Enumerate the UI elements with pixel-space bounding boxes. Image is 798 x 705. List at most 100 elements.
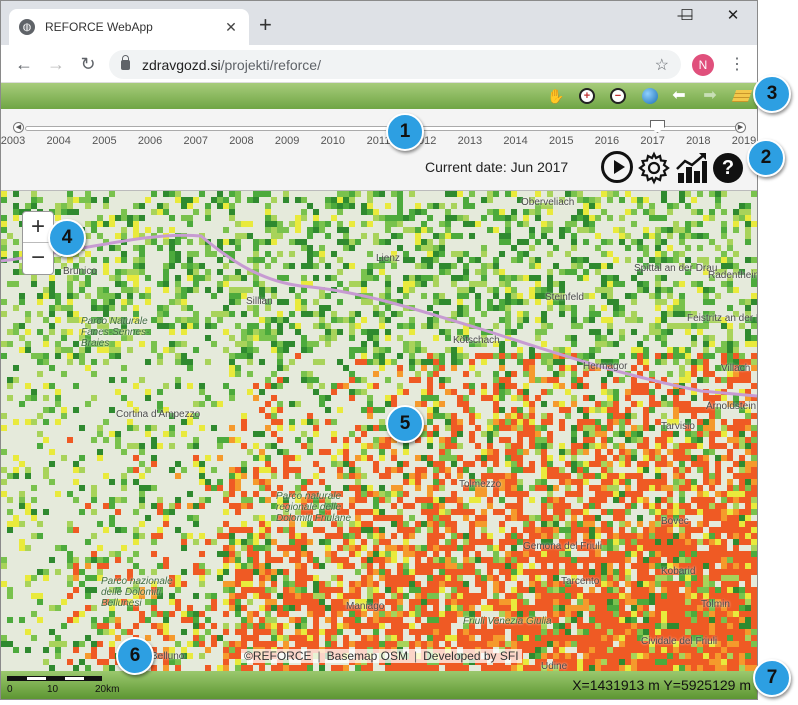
timeline-start-icon[interactable]: ◀ [13,122,24,133]
timeline-year-2006[interactable]: 2006 [130,135,170,147]
map-canvas[interactable]: Brunico Sillian Lienz Oberveliach Spittal an… [1,191,757,671]
place-label: Arnoldstein [706,401,757,412]
place-label: Hermagor [583,361,628,372]
place-label: Parco naturale regionale delle Dolomiti … [276,491,352,524]
current-date: Current date: Jun 2017 [425,159,568,175]
forward-icon[interactable]: → [43,51,69,77]
scale-label-0: 0 [7,684,13,695]
timeline-slider-handle[interactable] [650,120,665,133]
maximize-icon[interactable]: ☐ [665,5,709,27]
callout-6: 6 [116,637,154,675]
url-host: zdravgozd.si [142,56,221,73]
callout-1: 1 [386,113,424,151]
back-icon[interactable]: ← [11,51,37,77]
map-toolbar: ✋ + − ⬅ ➡ [1,83,757,109]
layers-icon[interactable] [731,90,753,102]
attribution-developer[interactable]: Developed by SFI [423,649,518,663]
timeline-year-2009[interactable]: 2009 [267,135,307,147]
close-window-icon[interactable]: ✕ [711,5,755,27]
place-label: Gemona del Friuli [523,541,602,552]
bookmark-star-icon[interactable]: ☆ [655,55,669,75]
timeline-year-2017[interactable]: 2017 [633,135,673,147]
callout-3: 3 [753,75,791,113]
statistics-chart-icon[interactable] [675,151,707,185]
place-label: Kobarid [661,566,696,577]
place-label: Brunico [63,266,97,277]
browser-menu-icon[interactable]: ⋮ [725,53,749,77]
new-tab-button[interactable]: + [259,13,272,37]
scale-bar: 0 10 20km [7,676,119,695]
url-path: /projekti/reforce/ [220,56,321,73]
help-icon[interactable]: ? [713,153,743,183]
zoom-in-icon[interactable]: + [579,88,595,104]
browser-toolbar: ← → ↻ zdravgozd.si/projekti/reforce/ ☆ N… [1,45,757,83]
timeline-year-2015[interactable]: 2015 [541,135,581,147]
place-label: Bovec [661,516,689,527]
play-button[interactable] [601,151,633,183]
timeline-year-2010[interactable]: 2010 [313,135,353,147]
place-label: Steinfeld [545,292,584,303]
timeline-year-labels: 2003 2004 2005 2006 2007 2008 2009 2010 2011 2012… [1,135,757,151]
back-arrow-icon[interactable]: ⬅ [669,86,689,106]
timeline-end-icon[interactable]: ▶ [735,122,746,133]
place-label: Lienz [376,253,400,264]
timeline-year-2004[interactable]: 2004 [39,135,79,147]
scale-label-20: 20km [95,684,120,695]
place-label: Oberveliach [521,197,575,208]
place-label: Cividale del Friuli [641,636,718,647]
place-label: Tarcento [561,576,600,587]
place-label: Tolmin [701,599,730,610]
forward-arrow-icon[interactable]: ➡ [700,86,720,106]
lock-icon [121,54,130,70]
place-label: Belluno [151,651,185,662]
full-extent-globe-icon[interactable] [642,88,658,104]
callout-7: 7 [753,659,791,697]
timeline-year-2013[interactable]: 2013 [450,135,490,147]
timeline-year-2005[interactable]: 2005 [84,135,124,147]
place-label: Parco nazionale delle Dolomiti Bellunesi [101,576,173,609]
zoom-out-icon[interactable]: − [610,88,626,104]
pan-hand-icon[interactable]: ✋ [546,86,566,106]
scale-bar-graphic [7,676,102,681]
reload-icon[interactable]: ↻ [75,51,101,77]
current-date-value: Jun 2017 [510,159,569,175]
current-date-label: Current date: [425,159,507,175]
callout-2: 2 [747,139,785,177]
close-tab-icon[interactable]: ✕ [223,19,239,36]
address-bar[interactable]: zdravgozd.si/projekti/reforce/ ☆ [109,50,681,79]
place-label: Radenthein [708,270,757,281]
timeline-year-2008[interactable]: 2008 [221,135,261,147]
timeline-panel: ◀ ▶ 2003 2004 2005 2006 2007 2008 2009 2010 2011… [1,109,757,191]
place-label: Kötschach [453,335,500,346]
scale-label-10: 10 [47,684,59,695]
timeline-year-2014[interactable]: 2014 [496,135,536,147]
place-label: Friuli Venezia Giulia [463,616,552,627]
place-label: Feistritz an der Drau [687,313,757,324]
timeline-year-2018[interactable]: 2018 [678,135,718,147]
attribution-basemap[interactable]: Basemap OSM [327,649,408,663]
place-label: Villach [721,363,751,374]
timeline-year-2016[interactable]: 2016 [587,135,627,147]
tab-strip: ◍ REFORCE WebApp ✕ + — ☐ ✕ [1,1,757,45]
browser-tab[interactable]: ◍ REFORCE WebApp ✕ [9,9,249,45]
place-label: Tolmezzo [459,479,502,490]
profile-avatar[interactable]: N [692,54,714,76]
place-label: Sillian [246,296,273,307]
place-label: Maniago [346,601,385,612]
place-label: Parco Naturale Fanes-Sennes-Braies [81,316,150,349]
zoom-out-button[interactable]: − [23,243,53,274]
cursor-coordinates: X=1431913 m Y=5925129 m [572,677,751,693]
place-label: Spittal an der Drau [634,263,718,274]
settings-gear-icon[interactable] [637,151,671,185]
callout-5: 5 [386,405,424,443]
place-label: Cortina d'Ampezzo [116,409,201,420]
globe-favicon-icon: ◍ [19,19,35,35]
browser-window: ◍ REFORCE WebApp ✕ + — ☐ ✕ ← → ↻ zdravgo… [0,0,758,700]
place-label: Udine [541,661,568,671]
timeline-year-2007[interactable]: 2007 [176,135,216,147]
tab-title: REFORCE WebApp [45,20,153,34]
timeline-slider-track[interactable] [25,126,737,131]
attribution-reforce[interactable]: ©REFORCE [244,649,312,663]
timeline-year-2003[interactable]: 2003 [1,135,33,147]
status-bar: 0 10 20km X=1431913 m Y=5925129 m [1,671,757,699]
